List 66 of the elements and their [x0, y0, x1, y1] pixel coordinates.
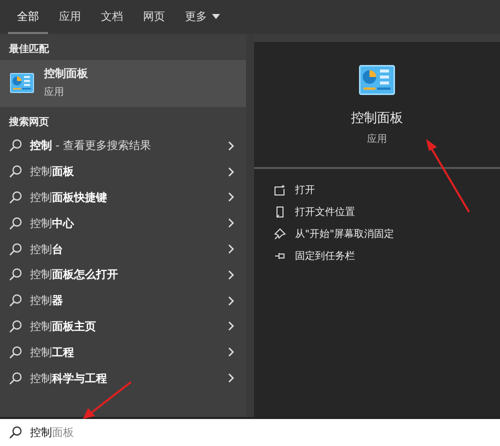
- chevron-right-icon: [228, 192, 234, 202]
- web-suggestion[interactable]: 控制器: [0, 288, 246, 314]
- web-suggestion[interactable]: 控制 - 查看更多搜索结果: [0, 133, 246, 159]
- suggestion-text: 控制面板怎么打开: [30, 267, 119, 282]
- filter-tab[interactable]: 应用: [50, 0, 90, 34]
- best-match-item[interactable]: 控制面板 应用: [0, 60, 246, 107]
- action-item[interactable]: 固定到任务栏: [254, 245, 500, 267]
- search-icon: [9, 268, 22, 282]
- search-icon: [9, 426, 22, 439]
- app-name: 控制面板: [351, 110, 403, 127]
- search-icon: [9, 190, 22, 204]
- chevron-right-icon: [228, 244, 234, 254]
- pin-icon: [274, 250, 286, 262]
- caret-icon: [212, 14, 220, 18]
- search-icon: [9, 346, 22, 359]
- suggestion-text: 控制面板快捷键: [30, 190, 108, 205]
- app-type: 应用: [44, 86, 65, 99]
- search-query: 控制: [30, 425, 52, 440]
- file-icon: [274, 206, 286, 218]
- search-icon: [9, 165, 22, 178]
- search-icon: [9, 139, 22, 152]
- search-icon: [9, 372, 22, 385]
- chevron-right-icon: [228, 373, 234, 384]
- unpin-icon: [274, 228, 286, 240]
- section-heading: 最佳匹配: [8, 42, 50, 57]
- chevron-right-icon: [228, 218, 234, 228]
- chevron-right-icon: [228, 140, 234, 151]
- app-type: 应用: [367, 132, 387, 146]
- search-icon: [9, 320, 22, 333]
- web-suggestion[interactable]: 控制面板主页: [0, 314, 246, 340]
- chevron-right-icon: [228, 270, 234, 280]
- action-item[interactable]: 打开: [254, 179, 500, 201]
- chevron-right-icon: [228, 166, 234, 177]
- search-field[interactable]: 控制面板: [0, 417, 500, 446]
- suggestion-text: 控制中心: [30, 216, 75, 231]
- chevron-right-icon: [228, 321, 234, 332]
- filter-tab[interactable]: 文档: [92, 0, 132, 34]
- action-item[interactable]: 从"开始"屏幕取消固定: [254, 223, 500, 245]
- web-suggestion[interactable]: 控制科学与工程: [0, 365, 246, 391]
- suggestion-text: 控制工程: [30, 344, 75, 360]
- chevron-right-icon: [228, 347, 234, 358]
- suggestion-text: 控制面板主页: [30, 318, 97, 334]
- suggestion-text: 控制台: [30, 242, 64, 257]
- search-icon: [9, 242, 22, 256]
- suggestion-text: 控制面板: [30, 164, 75, 180]
- action-item[interactable]: 打开文件位置: [254, 201, 500, 223]
- web-suggestion[interactable]: 控制面板快捷键: [0, 184, 246, 210]
- filter-tab[interactable]: 更多: [176, 0, 229, 34]
- open-window-icon: [274, 184, 286, 196]
- filter-tab[interactable]: 网页: [134, 0, 174, 34]
- search-completion: 面板: [52, 425, 74, 440]
- control-panel-icon: [10, 72, 34, 92]
- app-name: 控制面板: [44, 66, 88, 81]
- suggestion-text: 控制 - 查看更多搜索结果: [30, 138, 152, 154]
- web-suggestion[interactable]: 控制中心: [0, 210, 246, 236]
- web-suggestion[interactable]: 控制台: [0, 236, 246, 262]
- section-heading: 搜索网页: [8, 116, 50, 130]
- chevron-right-icon: [228, 296, 234, 306]
- search-icon: [9, 294, 22, 308]
- web-suggestion[interactable]: 控制面板怎么打开: [0, 262, 246, 288]
- web-suggestion[interactable]: 控制工程: [0, 339, 246, 366]
- suggestion-text: 控制科学与工程: [30, 370, 108, 386]
- web-suggestion[interactable]: 控制面板: [0, 158, 246, 185]
- suggestion-text: 控制器: [30, 293, 64, 308]
- control-panel-icon: [358, 65, 396, 95]
- search-icon: [9, 216, 22, 230]
